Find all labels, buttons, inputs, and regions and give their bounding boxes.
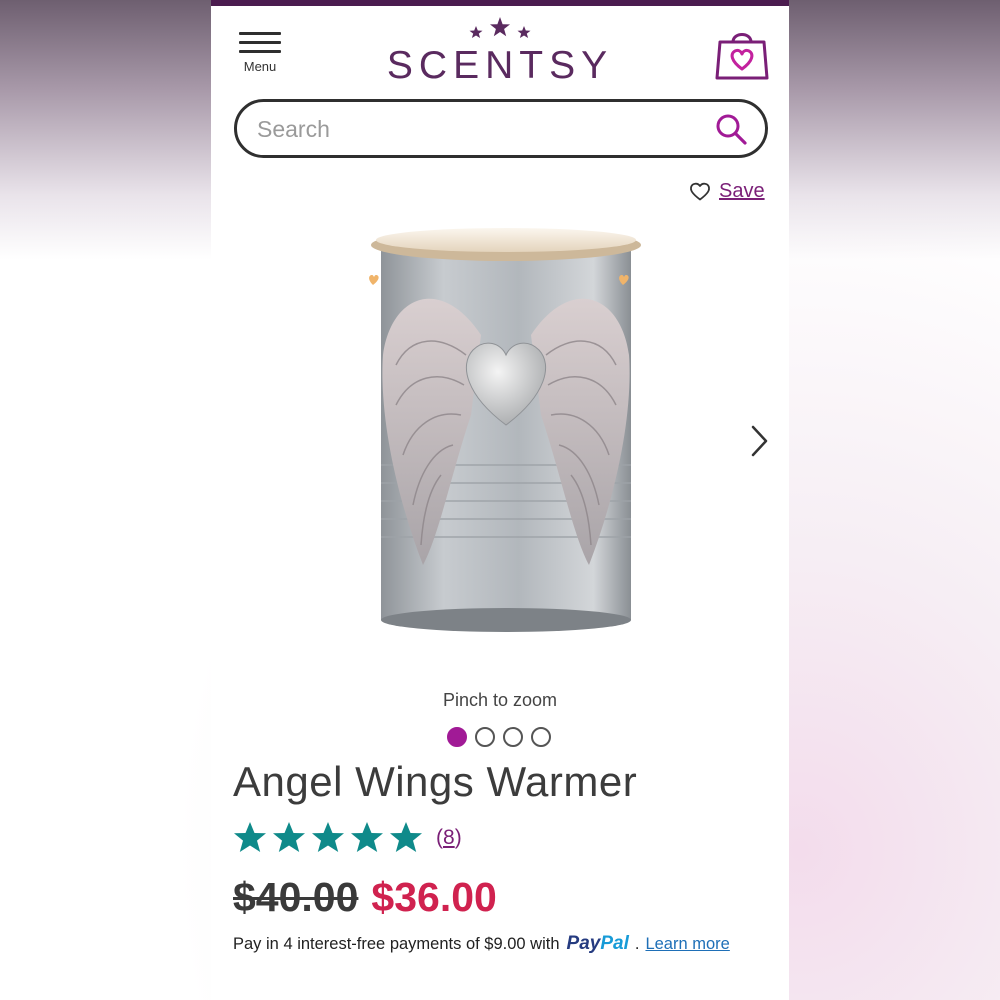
star-icon xyxy=(234,822,266,852)
product-rating[interactable]: (8) xyxy=(233,820,462,856)
menu-button[interactable]: Menu xyxy=(233,30,287,76)
star-icon xyxy=(390,822,422,852)
star-icon xyxy=(351,822,383,852)
menu-label: Menu xyxy=(243,59,277,74)
search-icon[interactable] xyxy=(714,112,748,146)
cart-button[interactable] xyxy=(713,24,771,82)
paypal-logo: PayPal xyxy=(566,933,629,954)
installment-text: Pay in 4 interest-free payments of $9.00… xyxy=(233,935,560,953)
sale-price: $36.00 xyxy=(371,874,497,920)
brand-logo[interactable]: SCENTSY xyxy=(361,16,639,92)
paypal-installments: Pay in 4 interest-free payments of $9.00… xyxy=(233,933,730,955)
menu-icon xyxy=(239,32,281,35)
brand-wordmark: SCENTSY xyxy=(386,44,614,87)
top-accent-bar xyxy=(211,0,789,6)
star-icon xyxy=(273,822,305,852)
gallery-dot-4[interactable] xyxy=(531,727,551,747)
save-button[interactable]: Save xyxy=(689,177,765,205)
original-price: $40.00 xyxy=(233,874,359,920)
product-image[interactable] xyxy=(361,215,651,655)
shopping-bag-heart-icon xyxy=(715,33,769,80)
menu-icon-line xyxy=(239,41,281,44)
review-count-link[interactable]: (8) xyxy=(436,826,462,850)
product-title: Angel Wings Warmer xyxy=(233,758,638,805)
save-label: Save xyxy=(719,179,765,202)
star-icon xyxy=(312,822,344,852)
learn-more-link[interactable]: Learn more xyxy=(645,935,729,954)
search-input[interactable] xyxy=(255,111,689,147)
separator-dot: . xyxy=(634,935,640,953)
heart-outline-icon xyxy=(690,182,710,201)
search-bar[interactable] xyxy=(234,99,768,158)
stars-logo-icon xyxy=(469,17,531,38)
gallery-dot-2[interactable] xyxy=(475,727,495,747)
chevron-right-icon[interactable] xyxy=(746,423,772,459)
gallery-pagination xyxy=(447,727,551,749)
menu-icon-line xyxy=(239,50,281,53)
gallery-dot-3[interactable] xyxy=(503,727,523,747)
price-block: $40.00 $36.00 xyxy=(233,874,497,926)
pinch-to-zoom-hint: Pinch to zoom xyxy=(442,690,558,710)
review-count: 8 xyxy=(443,826,455,849)
phone-screen: Menu SCENTSY Save xyxy=(211,0,789,1000)
gallery-dot-1[interactable] xyxy=(447,727,467,747)
